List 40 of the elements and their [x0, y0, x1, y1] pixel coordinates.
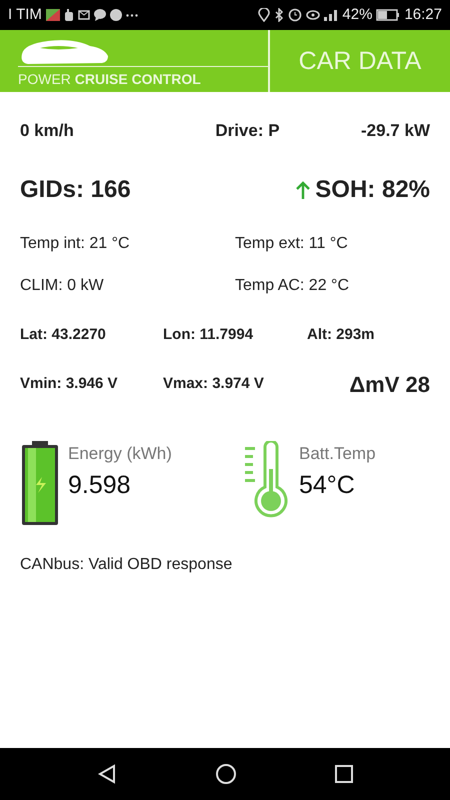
flag-icon: [46, 9, 60, 21]
gids-value: GIDs: 166: [20, 174, 131, 204]
more-icon: [126, 14, 138, 16]
battery-percent: 42%: [342, 4, 372, 25]
vmax-value: Vmax: 3.974 V: [163, 374, 264, 394]
longitude-value: Lon: 11.7994: [163, 324, 254, 344]
bluetooth-icon: [274, 8, 284, 22]
home-icon[interactable]: [215, 763, 237, 785]
up-arrow-icon: [295, 180, 312, 200]
battery-charge-icon: [20, 441, 60, 525]
delta-mv-value: ΔmV 28: [349, 371, 430, 399]
location-icon: [258, 8, 270, 22]
chat-icon: [94, 9, 106, 21]
power-value: -29.7 kW: [361, 120, 430, 142]
batt-temp-value: 54°C: [299, 470, 356, 500]
logo-text: POWER CRUISE CONTROL: [18, 66, 268, 90]
eye-icon: [306, 10, 320, 20]
batt-temp-label: Batt.Temp: [299, 443, 376, 465]
energy-label: Energy (kWh): [68, 443, 172, 465]
clim-value: CLIM: 0 kW: [20, 276, 105, 296]
speed-value: 0 km/h: [20, 120, 74, 142]
temp-int-value: Temp int: 21 °C: [20, 234, 131, 254]
mail-icon: [78, 10, 90, 20]
soh-value: SOH: 82%: [315, 174, 430, 204]
recents-icon[interactable]: [335, 765, 353, 783]
back-icon[interactable]: [97, 764, 117, 784]
canbus-status: CANbus: Valid OBD response: [20, 555, 234, 575]
clock-time: 16:27: [404, 4, 442, 25]
temp-ext-value: Temp ext: 11 °C: [235, 234, 348, 254]
signal-icon: [324, 9, 338, 21]
temp-ac-value: Temp AC: 22 °C: [235, 276, 349, 296]
vmin-value: Vmin: 3.946 V: [20, 374, 119, 394]
altitude-value: Alt: 293m: [307, 324, 375, 344]
drive-mode: Drive: P: [215, 120, 280, 142]
alarm-icon: [288, 8, 302, 22]
energy-value: 9.598: [68, 470, 132, 500]
battery-icon: [376, 9, 400, 21]
latitude-value: Lat: 43.2270: [20, 324, 107, 344]
screen-title: CAR DATA: [298, 46, 422, 77]
carrier-name: I TIM: [8, 4, 42, 25]
